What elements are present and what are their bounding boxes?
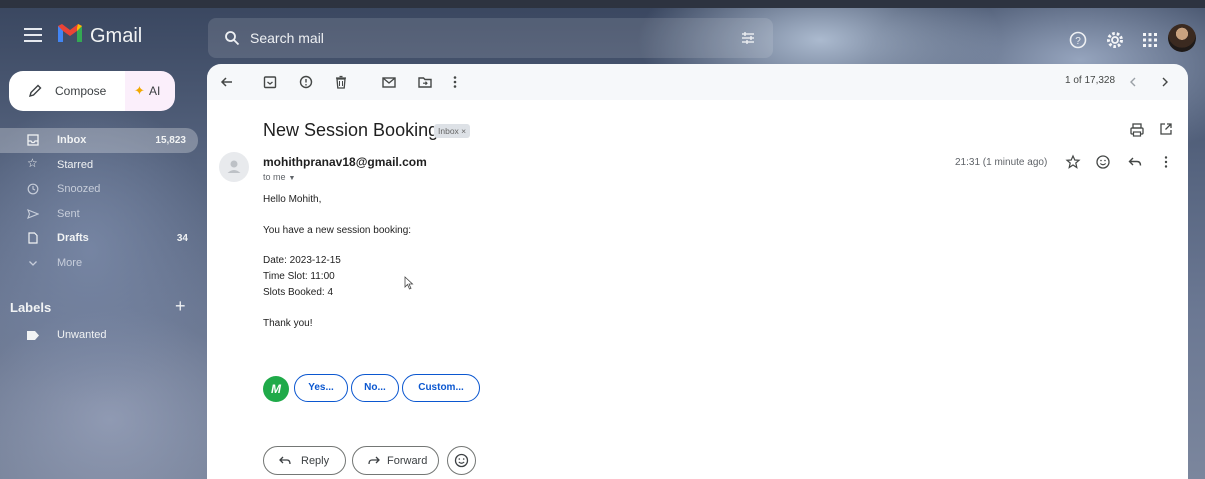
forward-icon — [368, 456, 380, 465]
reply-button[interactable]: Reply — [263, 446, 346, 475]
reply-arrow-icon[interactable] — [1127, 154, 1143, 170]
gmail-logo-icon[interactable] — [56, 22, 84, 44]
sidebar-item-label: Snoozed — [57, 183, 101, 195]
sender-avatar[interactable] — [219, 152, 249, 182]
labels-heading: Labels — [10, 300, 52, 315]
report-spam-icon[interactable] — [298, 74, 314, 90]
inbox-label-chip[interactable]: Inbox × — [434, 124, 471, 138]
header-bar: Gmail ? — [0, 8, 1205, 64]
more-vert-icon[interactable] — [447, 74, 463, 90]
add-label-icon[interactable]: + — [175, 296, 186, 317]
recipient-label: to me — [263, 172, 286, 182]
menu-icon[interactable] — [24, 28, 42, 42]
sender-email[interactable]: mohithpranav18@gmail.com — [263, 155, 427, 169]
caret-down-icon: ▼ — [288, 175, 296, 182]
sidebar-item-label: More — [57, 256, 83, 269]
settings-gear-icon[interactable] — [1105, 30, 1125, 50]
draft-icon — [28, 232, 38, 244]
smart-reply-no[interactable]: No... — [351, 374, 399, 402]
older-chevron-right-icon[interactable] — [1157, 74, 1173, 90]
body-line: Time Slot: 11:00 — [263, 271, 335, 282]
email-timestamp: 21:31 (1 minute ago) — [955, 157, 1048, 168]
inbox-unread-count: 15,823 — [155, 135, 186, 146]
search-bar[interactable] — [208, 18, 773, 58]
mark-unread-icon[interactable] — [381, 74, 397, 90]
sidebar-item-more[interactable]: More — [0, 251, 200, 276]
clock-icon — [27, 183, 39, 195]
archive-icon[interactable] — [262, 74, 278, 90]
sidebar-item-label: Inbox — [57, 134, 87, 146]
body-line: Hello Mohith, — [263, 194, 322, 205]
add-reaction-emoji-icon[interactable] — [1095, 154, 1111, 170]
sidebar-item-snoozed[interactable]: Snoozed — [0, 177, 200, 202]
sidebar-item-sent[interactable]: Sent — [0, 202, 200, 227]
sidebar-item-label: Sent — [57, 207, 80, 220]
star-icon: ☆ — [27, 155, 38, 170]
sparkle-icon: ✦ — [134, 83, 145, 98]
body-line: You have a new session booking: — [263, 225, 412, 236]
sidebar-item-starred[interactable]: ☆ Starred — [0, 153, 200, 178]
inbox-icon — [27, 134, 39, 146]
reply-label: Reply — [301, 455, 330, 467]
person-icon — [227, 160, 241, 173]
gmail-brand[interactable]: Gmail — [90, 25, 142, 48]
compose-group: Compose ✦ AI — [9, 71, 175, 111]
emoji-icon — [454, 453, 469, 468]
move-to-folder-icon[interactable] — [417, 74, 433, 90]
body-line: Date: 2023-12-15 — [263, 255, 341, 266]
smart-reply-yes[interactable]: Yes... — [294, 374, 348, 402]
account-avatar[interactable] — [1168, 24, 1196, 52]
pagination-count: 1 of 17,328 — [1065, 75, 1116, 86]
sidebar-nav: Inbox 15,823 ☆ Starred Snoozed Sent Draf… — [0, 128, 200, 275]
label-name: Unwanted — [57, 329, 107, 341]
back-arrow-icon[interactable] — [219, 74, 235, 90]
sidebar-item-label: Starred — [57, 158, 94, 171]
search-icon[interactable] — [224, 30, 240, 46]
chevron-down-icon — [29, 260, 37, 266]
star-icon[interactable] — [1065, 154, 1081, 170]
window-top-strip — [0, 0, 1205, 8]
message-more-vert-icon[interactable] — [1158, 154, 1174, 170]
svg-text:?: ? — [1075, 36, 1081, 47]
sidebar-item-inbox[interactable]: Inbox 15,823 — [0, 128, 198, 153]
print-icon[interactable] — [1129, 122, 1145, 138]
sidebar-item-label: Drafts — [57, 232, 89, 244]
apps-grid-icon[interactable] — [1140, 30, 1160, 50]
email-subject: New Session Booking — [263, 120, 439, 140]
mouse-pointer-icon — [404, 276, 414, 290]
message-body-area: New Session Booking Inbox × mohithpranav… — [207, 100, 1188, 479]
ai-label: AI — [149, 84, 161, 98]
emoji-react-button[interactable] — [447, 446, 476, 475]
reply-icon — [279, 456, 291, 465]
delete-trash-icon[interactable] — [333, 74, 349, 90]
send-icon — [27, 208, 39, 219]
body-line: Slots Booked: 4 — [263, 287, 334, 298]
search-input[interactable] — [250, 28, 550, 48]
forward-label: Forward — [387, 455, 428, 467]
pencil-icon — [28, 84, 42, 98]
forward-button[interactable]: Forward — [352, 446, 439, 475]
message-panel: 1 of 17,328 New Session Booking Inbox × … — [207, 64, 1188, 479]
smart-reply-custom[interactable]: Custom... — [402, 374, 480, 402]
message-toolbar: 1 of 17,328 — [207, 64, 1188, 100]
ai-button[interactable]: ✦ AI — [125, 71, 175, 111]
drafts-count: 34 — [176, 233, 188, 244]
help-icon[interactable]: ? — [1068, 30, 1088, 50]
newer-chevron-left-icon[interactable] — [1125, 74, 1141, 90]
open-in-new-window-icon[interactable] — [1159, 122, 1173, 136]
label-tag-icon — [27, 331, 39, 340]
search-options-icon[interactable] — [741, 31, 755, 45]
addon-logo-icon[interactable]: M — [263, 376, 289, 402]
body-line: Thank you! — [263, 318, 313, 329]
compose-label: Compose — [55, 84, 107, 98]
sidebar-item-drafts[interactable]: Drafts 34 — [0, 226, 200, 251]
compose-button[interactable]: Compose — [9, 71, 125, 111]
recipient-details-toggle[interactable]: to me ▼ — [263, 172, 295, 182]
